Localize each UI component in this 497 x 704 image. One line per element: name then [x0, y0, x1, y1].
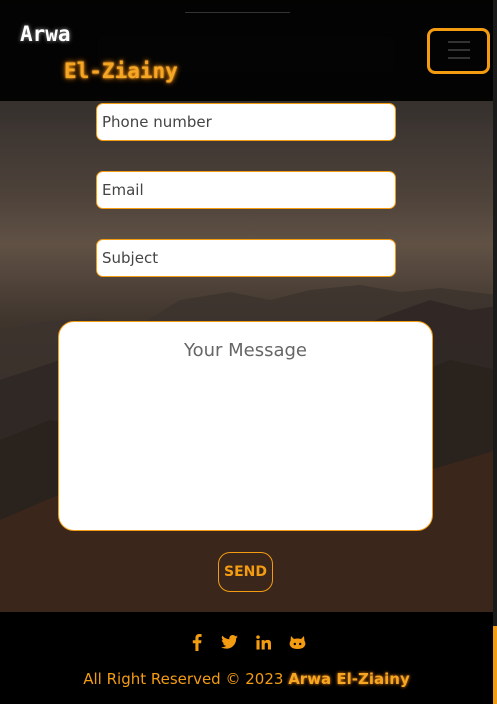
scrollbar-thumb[interactable] — [493, 626, 497, 704]
phone-input[interactable] — [96, 103, 396, 141]
linkedin-icon[interactable] — [253, 632, 273, 652]
email-input[interactable] — [96, 171, 396, 209]
scrollbar-track[interactable] — [493, 0, 497, 704]
facebook-icon[interactable] — [187, 632, 207, 652]
github-icon[interactable] — [287, 632, 307, 652]
twitter-icon[interactable] — [219, 632, 239, 652]
copyright-prefix: All Right Reserved © 2023 — [83, 670, 284, 688]
menu-toggle-button[interactable] — [427, 28, 490, 74]
navbar-divider — [185, 12, 290, 13]
brand-first-name[interactable]: Arwa — [20, 22, 71, 46]
subject-input[interactable] — [96, 239, 396, 277]
copyright-text: All Right Reserved © 2023 Arwa El-Ziainy — [0, 670, 493, 688]
send-button[interactable]: SEND — [218, 552, 273, 592]
footer: All Right Reserved © 2023 Arwa El-Ziainy — [0, 612, 493, 704]
message-textarea[interactable] — [58, 321, 433, 531]
navbar: Arwa El-Ziainy — [0, 0, 493, 101]
brand-last-name[interactable]: El-Ziainy — [64, 59, 178, 83]
copyright-author[interactable]: Arwa El-Ziainy — [288, 670, 410, 688]
